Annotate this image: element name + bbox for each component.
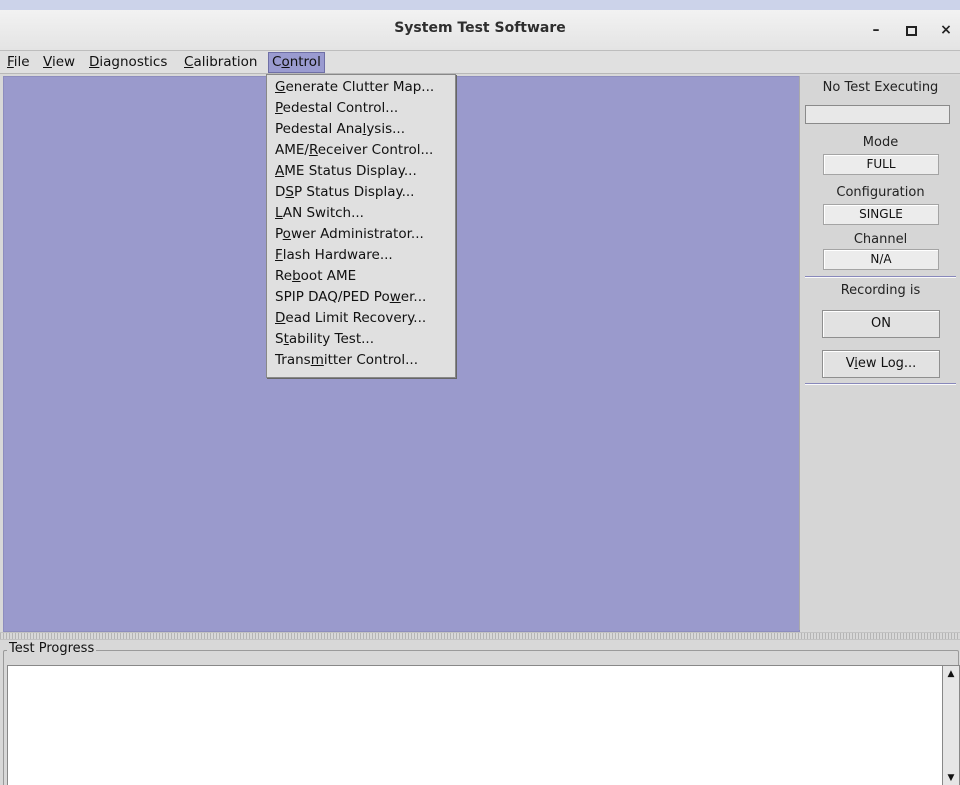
menu-item-stability-test[interactable]: Stability Test... <box>267 329 455 350</box>
channel-label: Channel <box>853 232 908 247</box>
menu-bar: File View Diagnostics Calibration Contro… <box>0 51 960 74</box>
menu-file[interactable]: File <box>4 53 33 72</box>
menu-item-transmitter-control[interactable]: Transmitter Control... <box>267 350 455 371</box>
configuration-value: SINGLE <box>823 204 939 225</box>
side-panel-divider <box>805 383 956 385</box>
control-menu-dropdown: Generate Clutter Map... Pedestal Control… <box>266 74 456 378</box>
test-progress-scrollbar[interactable]: ▲ ▼ <box>942 665 960 785</box>
menu-item-lan-switch[interactable]: LAN Switch... <box>267 203 455 224</box>
menu-item-pedestal-control[interactable]: Pedestal Control... <box>267 98 455 119</box>
mode-label: Mode <box>862 135 899 150</box>
menu-item-flash-hardware[interactable]: Flash Hardware... <box>267 245 455 266</box>
app-window: System Test Software – × File View Diagn… <box>0 10 960 785</box>
pane-splitter[interactable] <box>0 632 960 640</box>
menu-item-ame-receiver-control[interactable]: AME/Receiver Control... <box>267 140 455 161</box>
maximize-icon[interactable] <box>901 20 921 40</box>
menu-item-dead-limit-recovery[interactable]: Dead Limit Recovery... <box>267 308 455 329</box>
recording-label: Recording is <box>840 283 921 298</box>
view-log-button[interactable]: View Log... <box>822 350 940 378</box>
mode-value: FULL <box>823 154 939 175</box>
configuration-label: Configuration <box>836 185 925 200</box>
test-status-label: No Test Executing <box>822 80 939 95</box>
menu-view[interactable]: View <box>40 53 78 72</box>
menu-diagnostics[interactable]: Diagnostics <box>86 53 170 72</box>
status-side-panel: No Test Executing Mode FULL Configuratio… <box>799 76 960 630</box>
close-icon[interactable]: × <box>936 20 956 40</box>
arrow-up-icon[interactable]: ▲ <box>945 668 957 680</box>
test-progress-bar <box>805 105 950 124</box>
menu-item-dsp-status-display[interactable]: DSP Status Display... <box>267 182 455 203</box>
channel-value: N/A <box>823 249 939 270</box>
arrow-down-icon[interactable]: ▼ <box>945 772 957 784</box>
recording-toggle-button[interactable]: ON <box>822 310 940 338</box>
menu-item-spip-daq-ped-power[interactable]: SPIP DAQ/PED Power... <box>267 287 455 308</box>
side-panel-divider <box>805 276 956 278</box>
menu-item-pedestal-analysis[interactable]: Pedestal Analysis... <box>267 119 455 140</box>
window-title: System Test Software <box>394 20 566 36</box>
menu-calibration[interactable]: Calibration <box>181 53 260 72</box>
menu-control[interactable]: Control <box>268 52 325 73</box>
menu-item-reboot-ame[interactable]: Reboot AME <box>267 266 455 287</box>
test-progress-legend: Test Progress <box>7 641 97 656</box>
menu-item-power-administrator[interactable]: Power Administrator... <box>267 224 455 245</box>
minimize-icon[interactable]: – <box>866 20 886 40</box>
test-progress-log[interactable] <box>7 665 943 785</box>
menu-item-generate-clutter-map[interactable]: Generate Clutter Map... <box>267 77 455 98</box>
menu-item-ame-status-display[interactable]: AME Status Display... <box>267 161 455 182</box>
title-bar[interactable]: System Test Software – × <box>0 10 960 51</box>
